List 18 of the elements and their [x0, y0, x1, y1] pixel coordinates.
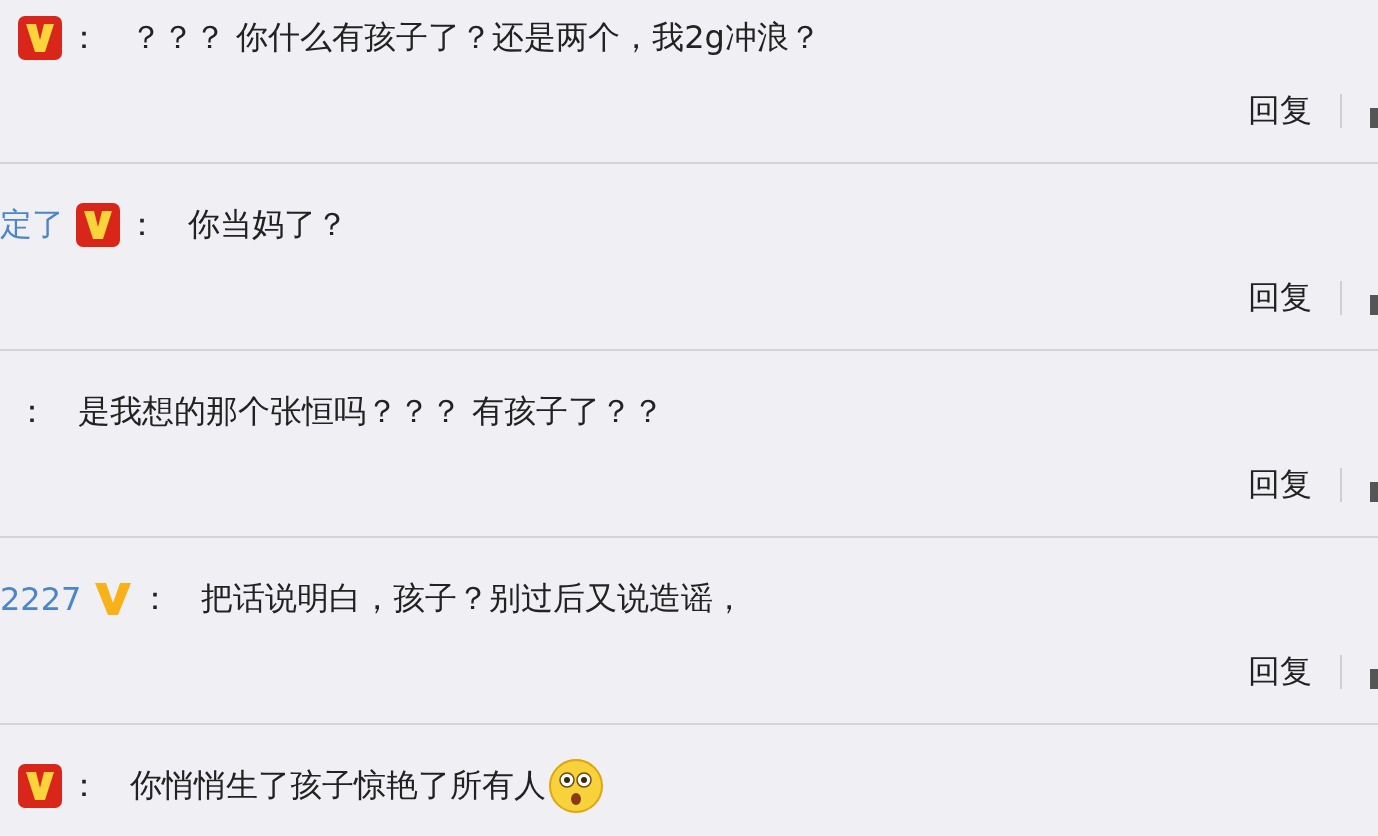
comment-text: ？？？ 你什么有孩子了？还是两个，我2g冲浪？ — [130, 17, 821, 58]
colon: ： — [16, 391, 48, 432]
comment-text: 是我想的那个张恒吗？？？ 有孩子了？？ — [78, 391, 665, 432]
comment-text: 你当妈了？ — [188, 204, 348, 245]
colon: ： — [68, 765, 100, 806]
comment-text: 把话说明白，孩子？别过后又说造谣， — [201, 578, 746, 619]
vip-badge-icon — [16, 14, 64, 62]
colon: ： — [139, 578, 172, 619]
vip-badge-icon — [74, 201, 122, 249]
reply-button[interactable]: 回复 — [1248, 276, 1312, 320]
reply-button[interactable]: 回复 — [1248, 650, 1312, 694]
reply-button[interactable]: 回复 — [1248, 463, 1312, 507]
comment-text: 你悄悄生了孩子惊艳了所有人 — [130, 765, 546, 806]
vip-badge-icon — [16, 762, 64, 810]
reply-button[interactable]: 回复 — [1248, 89, 1312, 133]
colon: ： — [126, 204, 158, 245]
colon: ： — [68, 17, 100, 58]
surprised-emoji-icon — [548, 758, 604, 814]
